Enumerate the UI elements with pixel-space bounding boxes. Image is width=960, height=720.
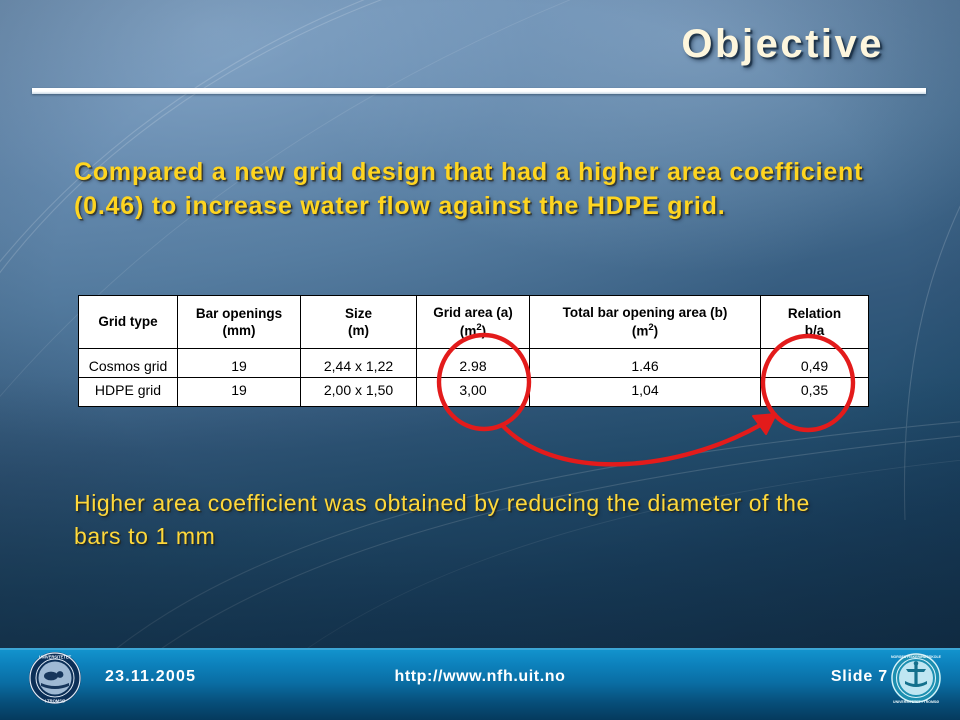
svg-text:NORGES FISKERIHØGSKOLE: NORGES FISKERIHØGSKOLE bbox=[891, 655, 942, 659]
cell-relation: 0,49 bbox=[760, 348, 869, 378]
svg-text:UNIVERSITETET I TROMSØ: UNIVERSITETET I TROMSØ bbox=[893, 700, 939, 704]
conclusion-paragraph: Higher area coefficient was obtained by … bbox=[74, 490, 810, 549]
presentation-slide: Objective Compared a new grid design tha… bbox=[0, 0, 960, 720]
table-body: Cosmos grid 19 2,44 x 1,22 2.98 1.46 0,4… bbox=[78, 348, 869, 407]
header-line-2: (m) bbox=[348, 323, 369, 338]
page-title: Objective bbox=[681, 22, 884, 66]
header-line-1: Size bbox=[344, 305, 372, 321]
arrow-head-icon bbox=[752, 413, 777, 435]
column-header-grid-type: Grid type bbox=[78, 295, 178, 349]
cell-grid-area: 3,00 bbox=[416, 377, 530, 407]
table-header: Grid type Bar openings (mm) Size (m) Gri… bbox=[78, 295, 869, 349]
footer-url[interactable]: http://www.nfh.uit.no bbox=[0, 668, 960, 686]
cell-bar-openings: 19 bbox=[177, 348, 301, 378]
column-header-relation: Relation b/a bbox=[760, 295, 869, 349]
header-line-1: Grid type bbox=[98, 314, 158, 330]
title-divider-rule bbox=[32, 88, 926, 94]
header-line-1: Total bar opening area (b) bbox=[562, 305, 728, 321]
superscript-two: 2 bbox=[476, 321, 482, 333]
header-line-2: (mm) bbox=[222, 323, 256, 338]
cell-grid-type: Cosmos grid bbox=[78, 348, 178, 378]
header-line-1: Relation bbox=[787, 305, 842, 321]
table-row: HDPE grid 19 2,00 x 1,50 3,00 1,04 0,35 bbox=[78, 377, 869, 407]
column-header-size: Size (m) bbox=[300, 295, 417, 349]
arrow-grid-area-to-relation bbox=[499, 415, 775, 467]
table-header-row: Grid type Bar openings (mm) Size (m) Gri… bbox=[78, 295, 869, 349]
cell-relation: 0,35 bbox=[760, 377, 869, 407]
cell-grid-type: HDPE grid bbox=[78, 377, 178, 407]
footer-slide-number: Slide 7 bbox=[830, 668, 888, 685]
header-line-1: Grid area (a) bbox=[433, 305, 513, 321]
comparison-table-container: Grid type Bar openings (mm) Size (m) Gri… bbox=[78, 295, 869, 407]
grid-comparison-table: Grid type Bar openings (mm) Size (m) Gri… bbox=[78, 295, 869, 407]
svg-text:UNIVERSITETET: UNIVERSITETET bbox=[39, 654, 72, 659]
column-header-total-bar-opening-area: Total bar opening area (b) (m2) bbox=[529, 295, 761, 349]
cell-bar-openings: 19 bbox=[177, 377, 301, 407]
superscript-two: 2 bbox=[648, 321, 654, 333]
cell-size: 2,44 x 1,22 bbox=[300, 348, 417, 378]
svg-text:I TROMSØ: I TROMSØ bbox=[45, 699, 66, 704]
nfh-institute-seal-icon: NORGES FISKERIHØGSKOLE UNIVERSITETET I T… bbox=[891, 653, 942, 704]
column-header-bar-openings: Bar openings (mm) bbox=[177, 295, 301, 349]
cell-total-bar-opening-area: 1.46 bbox=[529, 348, 761, 378]
header-line-2: (m2) bbox=[459, 321, 487, 339]
header-line-2: b/a bbox=[804, 323, 825, 338]
header-line-1: Bar openings bbox=[195, 305, 283, 321]
slide-footer: 23.11.2005 http://www.nfh.uit.no Slide 7 bbox=[0, 648, 960, 720]
header-line-2: (m2) bbox=[631, 321, 659, 339]
column-header-grid-area: Grid area (a) (m2) bbox=[416, 295, 530, 349]
cell-size: 2,00 x 1,50 bbox=[300, 377, 417, 407]
university-of-tromso-seal-icon: UNIVERSITETET I TROMSØ bbox=[29, 652, 81, 704]
table-row: Cosmos grid 19 2,44 x 1,22 2.98 1.46 0,4… bbox=[78, 348, 869, 378]
lead-paragraph: Compared a new grid design that had a hi… bbox=[74, 158, 864, 220]
cell-grid-area: 2.98 bbox=[416, 348, 530, 378]
cell-total-bar-opening-area: 1,04 bbox=[529, 377, 761, 407]
